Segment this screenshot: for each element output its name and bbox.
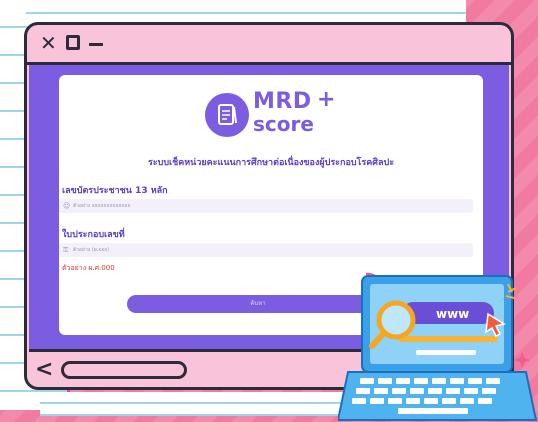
logo-line-mrd: MRD [253,89,312,114]
license-number-placeholder: ตัวอย่าง (ผ.xxx) [73,247,110,253]
background-paper-bottom [40,392,370,416]
mrd-score-logo: MRD score + [199,87,337,141]
form-title: ระบบเช็คหน่วยคะแนนการศึกษาต่อเนื่องของผู… [147,158,395,168]
close-icon[interactable]: ✕ [40,33,57,53]
logo-wordmark: MRD score [253,89,314,136]
license-number-input[interactable]: ⚿ ตัวอย่าง (ผ.xxx) [59,243,473,257]
laptop-www-text: www [436,307,469,321]
url-bar[interactable] [61,361,187,379]
lock-icon: ⚿ [63,246,69,254]
id-number-placeholder: ตัวอย่าง xxxxxxxxxxxxx [73,203,131,209]
logo-line-score: score [253,112,314,136]
maximize-icon[interactable] [66,35,80,50]
document-icon [205,93,249,137]
logo-plus: + [317,87,336,112]
back-arrow-icon[interactable]: < [35,357,53,382]
user-icon: ☺ [63,202,71,210]
laptop-illustration: www [336,262,538,422]
minimize-icon[interactable] [89,43,103,46]
license-example-hint: ตัวอย่าง ผ.ศ.000 [62,264,115,272]
id-number-label: เลขบัตรประชาชน 13 หลัก [62,186,168,196]
id-number-input[interactable]: ☺ ตัวอย่าง xxxxxxxxxxxxx [59,199,473,213]
window-titlebar: ✕ [27,25,511,65]
license-number-label: ใบประกอบเลขที่ [62,230,125,240]
